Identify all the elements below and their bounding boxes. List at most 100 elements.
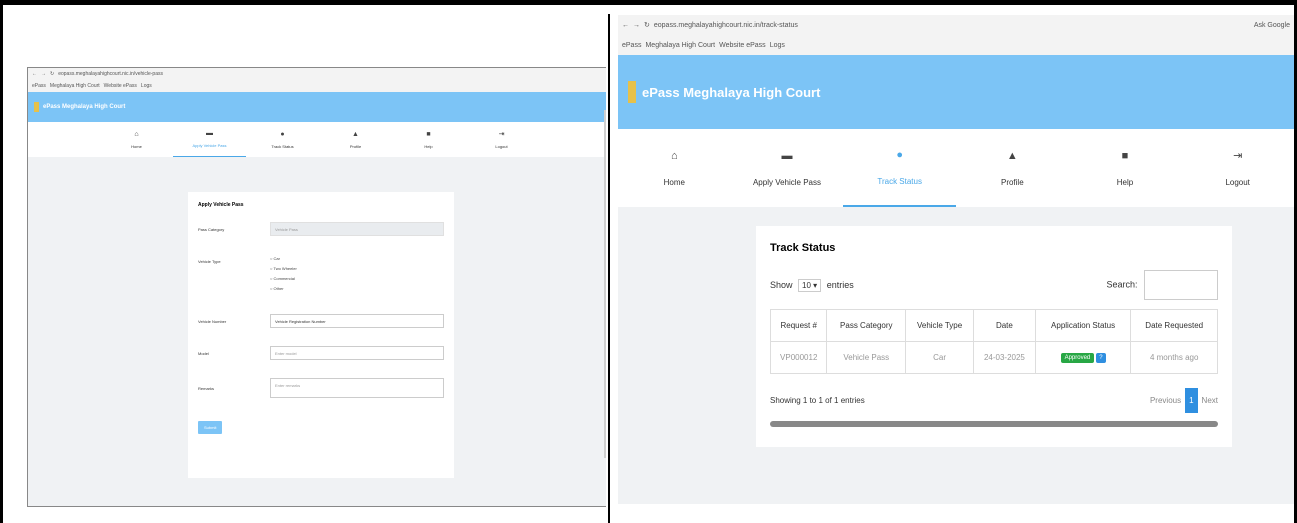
requested-cell: 4 months ago: [1130, 341, 1218, 374]
right-browser-window: ← → ↻ eopass.meghalayahighcourt.nic.in/t…: [618, 15, 1294, 504]
browser-chrome: ← → ↻ eopass.meghalayahighcourt.nic.in/t…: [618, 15, 1294, 55]
column-header[interactable]: Date Requested: [1130, 309, 1218, 342]
table-row: VP000012 Vehicle Pass Car 24-03-2025 App…: [769, 341, 1218, 374]
next-button[interactable]: Next: [1202, 396, 1218, 405]
status-table: Request # Pass Category Vehicle Type Dat…: [769, 309, 1218, 374]
column-header[interactable]: Vehicle Type: [905, 309, 975, 342]
pass-category-field: Vehicle Pass: [270, 222, 444, 236]
forward-icon[interactable]: →: [633, 22, 640, 29]
bookmark-item[interactable]: ePass: [622, 42, 641, 49]
car-icon: ▬: [206, 130, 213, 137]
column-header[interactable]: Date: [973, 309, 1036, 342]
column-header[interactable]: Request #: [769, 309, 828, 342]
nav-profile[interactable]: ▲ Profile: [956, 129, 1069, 207]
entries-select[interactable]: 10 ▾: [798, 278, 822, 292]
card-title: Track Status: [770, 242, 836, 254]
bookmark-item[interactable]: Logs: [770, 42, 785, 49]
bookmark-item[interactable]: Meghalaya High Court: [50, 83, 100, 89]
search-control: Search:: [1106, 270, 1218, 300]
nav-help[interactable]: ■ Help: [392, 122, 465, 157]
nav-home[interactable]: ⌂ Home: [100, 122, 173, 157]
app-title: ePass Meghalaya High Court: [642, 84, 821, 100]
left-browser-window: ← → ↻ eopass.meghalayahighcourt.nic.in/v…: [27, 67, 606, 507]
bookmark-item[interactable]: Website ePass: [719, 42, 766, 49]
column-header[interactable]: Pass Category: [826, 309, 907, 342]
remarks-label: Remarks: [198, 385, 215, 391]
column-header[interactable]: Application Status: [1034, 309, 1132, 342]
info-icon[interactable]: ?: [1096, 353, 1106, 363]
previous-button[interactable]: Previous: [1150, 396, 1181, 405]
nav-logout[interactable]: ⇥ Logout: [1181, 129, 1294, 207]
bookmark-item[interactable]: Website ePass: [104, 83, 137, 89]
emblem-icon: [34, 102, 39, 112]
nav-track-status[interactable]: ● Track Status: [843, 129, 956, 207]
request-cell: VP000012: [769, 341, 828, 374]
logout-icon: ⇥: [1233, 150, 1243, 162]
browser-chrome: ← → ↻ eopass.meghalayahighcourt.nic.in/v…: [28, 68, 606, 92]
address-bar[interactable]: eopass.meghalayahighcourt.nic.in/track-s…: [654, 22, 1250, 29]
forward-icon[interactable]: →: [41, 71, 46, 77]
bookmark-item[interactable]: Logs: [141, 83, 152, 89]
model-label: Model: [198, 350, 209, 356]
search-input[interactable]: [1144, 270, 1218, 300]
track-status-card: Track Status Show 10 ▾ entries Search: R…: [756, 226, 1232, 447]
chevron-down-icon: ▾: [813, 280, 818, 290]
left-panel: ← → ↻ eopass.meghalayahighcourt.nic.in/v…: [10, 15, 606, 521]
nav-help[interactable]: ■ Help: [1069, 129, 1182, 207]
vehicle-option-car[interactable]: ○ Car: [270, 256, 297, 261]
vehicle-number-field[interactable]: Vehicle Registration Number: [270, 314, 444, 328]
app-header: ePass Meghalaya High Court: [618, 55, 1294, 129]
vehicle-option-other[interactable]: ○ Other: [270, 286, 297, 291]
reload-icon[interactable]: ↻: [644, 21, 650, 29]
apply-vehicle-pass-form: Apply Vehicle Pass Pass Category Vehicle…: [188, 192, 454, 478]
remarks-field[interactable]: Enter remarks: [270, 378, 444, 398]
address-bar[interactable]: eopass.meghalayahighcourt.nic.in/vehicle…: [58, 71, 163, 77]
screenshot-canvas: ← → ↻ eopass.meghalayahighcourt.nic.in/v…: [3, 5, 1294, 523]
book-icon: ■: [1121, 149, 1129, 162]
nav-logout[interactable]: ⇥ Logout: [465, 122, 538, 157]
bookmark-item[interactable]: Meghalaya High Court: [645, 42, 715, 49]
back-icon[interactable]: ←: [622, 22, 629, 29]
vertical-scrollbar[interactable]: [604, 110, 606, 458]
table-info: Showing 1 to 1 of 1 entries: [770, 396, 865, 405]
profile-button[interactable]: Ask Google: [1254, 22, 1290, 29]
form-title: Apply Vehicle Pass: [198, 202, 244, 208]
back-icon[interactable]: ←: [32, 71, 37, 77]
page-button[interactable]: 1: [1185, 388, 1198, 413]
nav-home[interactable]: ⌂ Home: [618, 129, 731, 207]
vehicle-type-label: Vehicle Type: [198, 259, 221, 264]
status-badge: Approved: [1060, 353, 1095, 363]
home-icon: ⌂: [134, 130, 139, 138]
app-header: ePass Meghalaya High Court: [28, 92, 606, 122]
type-cell: Car: [905, 341, 975, 374]
horizontal-scrollbar[interactable]: [770, 421, 1218, 427]
user-icon: ▲: [352, 130, 359, 138]
book-icon: ■: [426, 130, 431, 138]
nav-track-status[interactable]: ● Track Status: [246, 122, 319, 157]
vehicle-option-two-wheeler[interactable]: ○ Two Wheeler: [270, 266, 297, 271]
pass-category-label: Pass Category: [198, 226, 225, 232]
bookmark-item[interactable]: ePass: [32, 83, 46, 89]
date-cell: 24-03-2025: [973, 341, 1036, 374]
pagination: Previous 1 Next: [1150, 388, 1218, 413]
car-icon: ▬: [781, 149, 793, 162]
user-icon: ▲: [1006, 149, 1018, 162]
status-cell: Approved?: [1034, 341, 1132, 374]
model-field[interactable]: Enter model: [270, 346, 444, 360]
home-icon: ⌂: [670, 149, 678, 162]
right-panel: ← → ↻ eopass.meghalayahighcourt.nic.in/t…: [610, 15, 1294, 521]
submit-button[interactable]: Submit: [198, 421, 223, 434]
vehicle-number-label: Vehicle Number: [198, 318, 227, 324]
vehicle-option-commercial[interactable]: ○ Commercial: [270, 276, 297, 281]
category-cell: Vehicle Pass: [826, 341, 907, 374]
nav-apply-vehicle-pass[interactable]: ▬ Apply Vehicle Pass: [173, 122, 246, 157]
app-title: ePass Meghalaya High Court: [43, 104, 126, 110]
reload-icon[interactable]: ↻: [50, 71, 54, 77]
pin-icon: ●: [280, 130, 285, 138]
main-nav: ⌂ Home ▬ Apply Vehicle Pass ● Track Status …: [28, 122, 606, 157]
main-nav: ⌂ Home ▬ Apply Vehicle Pass ● Track Status …: [618, 129, 1294, 207]
nav-profile[interactable]: ▲ Profile: [319, 122, 392, 157]
nav-apply-vehicle-pass[interactable]: ▬ Apply Vehicle Pass: [731, 129, 844, 207]
entries-control: Show 10 ▾ entries: [770, 278, 854, 292]
emblem-icon: [628, 81, 636, 103]
